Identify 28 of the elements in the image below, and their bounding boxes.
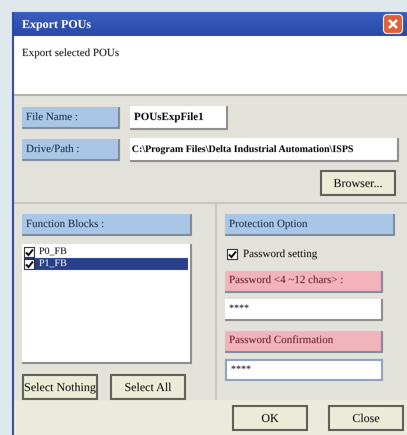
- checkbox[interactable]: [24, 246, 35, 258]
- field-label: File Name :: [22, 107, 120, 130]
- list-item[interactable]: P1_FB: [24, 258, 188, 270]
- dialog-button[interactable]: Select Nothing: [22, 374, 98, 400]
- password-confirmation-field[interactable]: ****: [225, 358, 383, 381]
- dialog-button[interactable]: OK: [232, 404, 308, 431]
- close-icon: [387, 18, 399, 30]
- dialog-button[interactable]: Browser...: [320, 170, 396, 196]
- dialog-button[interactable]: Close: [328, 404, 404, 431]
- field-label: Drive/Path :: [22, 139, 120, 162]
- item-label: P0_FB: [39, 247, 67, 258]
- dialog-button[interactable]: Select All: [110, 374, 186, 400]
- field-label: Password <4 ~12 chars> :: [225, 270, 383, 293]
- field-label: Function Blocks :: [22, 214, 192, 236]
- description-text: Export selected POUs: [22, 47, 120, 60]
- path-field[interactable]: C:\Program Files\Delta Industrial Automation\ISPS: [130, 138, 399, 162]
- checkbox-label: Password setting: [243, 247, 318, 262]
- item-label: P1_FB: [39, 259, 67, 270]
- close-button[interactable]: [383, 14, 403, 34]
- checkbox[interactable]: [24, 258, 35, 270]
- list-item[interactable]: P0_FB: [24, 246, 188, 258]
- window-title: Export POUs: [22, 16, 91, 34]
- check-icon: [228, 250, 237, 259]
- checkbox[interactable]: [227, 248, 238, 260]
- file-name-field[interactable]: POUsExpFile1: [130, 106, 228, 130]
- password-field[interactable]: ****: [225, 298, 383, 321]
- field-label: Password Confirmation: [225, 330, 383, 353]
- field-label: Protection Option: [225, 214, 395, 236]
